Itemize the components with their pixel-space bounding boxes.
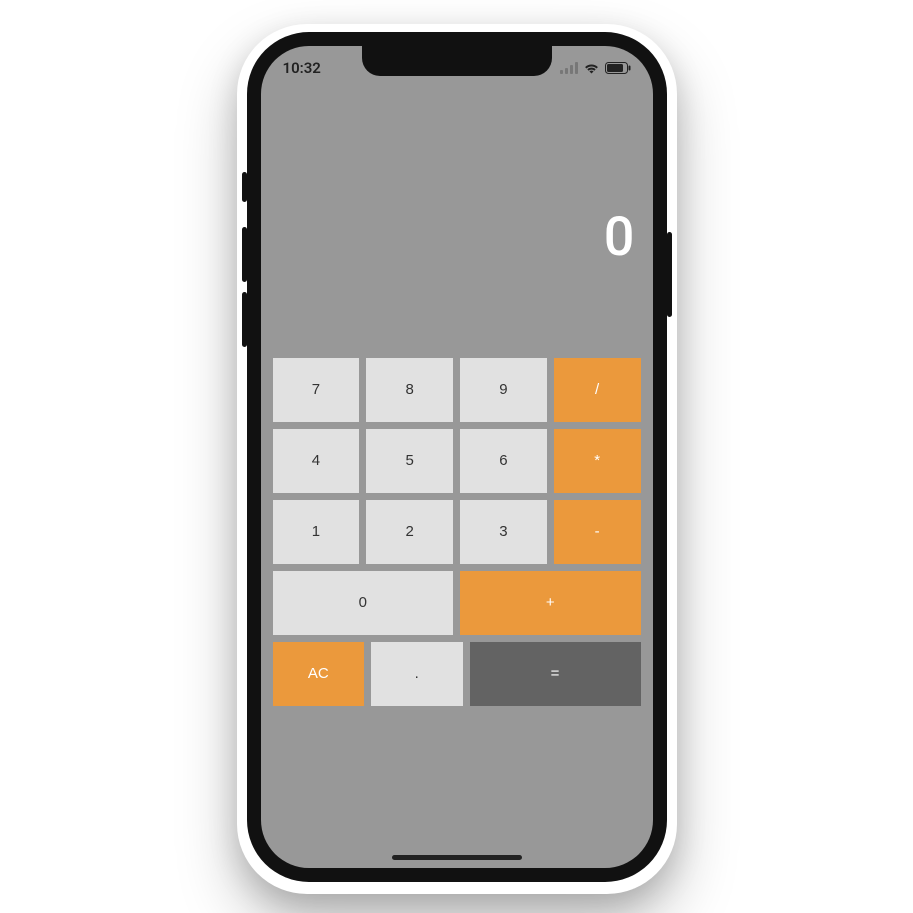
decimal-button[interactable]: . bbox=[371, 642, 463, 706]
add-button[interactable]: + bbox=[460, 571, 641, 635]
wifi-icon bbox=[583, 62, 600, 74]
phone-frame: 10:32 bbox=[247, 32, 667, 882]
digit-5-button[interactable]: 5 bbox=[366, 429, 453, 493]
side-button-vol-up bbox=[242, 227, 247, 282]
side-button-power bbox=[667, 232, 672, 317]
side-button-silence bbox=[242, 172, 247, 202]
status-icons-group bbox=[560, 62, 631, 74]
notch bbox=[362, 46, 552, 76]
digit-9-button[interactable]: 9 bbox=[460, 358, 547, 422]
digit-6-button[interactable]: 6 bbox=[460, 429, 547, 493]
side-button-vol-down bbox=[242, 292, 247, 347]
keypad: 7 8 9 / 4 5 6 * 1 2 3 - 0 bbox=[273, 358, 641, 713]
digit-1-button[interactable]: 1 bbox=[273, 500, 360, 564]
digit-0-button[interactable]: 0 bbox=[273, 571, 454, 635]
battery-icon bbox=[605, 62, 631, 74]
clear-button[interactable]: AC bbox=[273, 642, 365, 706]
status-time: 10:32 bbox=[283, 59, 321, 77]
screen: 10:32 bbox=[261, 46, 653, 868]
digit-7-button[interactable]: 7 bbox=[273, 358, 360, 422]
multiply-button[interactable]: * bbox=[554, 429, 641, 493]
subtract-button[interactable]: - bbox=[554, 500, 641, 564]
equals-button[interactable]: = bbox=[470, 642, 641, 706]
divide-button[interactable]: / bbox=[554, 358, 641, 422]
display-value: 0 bbox=[604, 206, 635, 269]
home-indicator[interactable] bbox=[392, 855, 522, 860]
digit-8-button[interactable]: 8 bbox=[366, 358, 453, 422]
digit-2-button[interactable]: 2 bbox=[366, 500, 453, 564]
digit-3-button[interactable]: 3 bbox=[460, 500, 547, 564]
digit-4-button[interactable]: 4 bbox=[273, 429, 360, 493]
cellular-icon bbox=[560, 62, 578, 74]
calculator-display: 0 bbox=[261, 211, 653, 265]
